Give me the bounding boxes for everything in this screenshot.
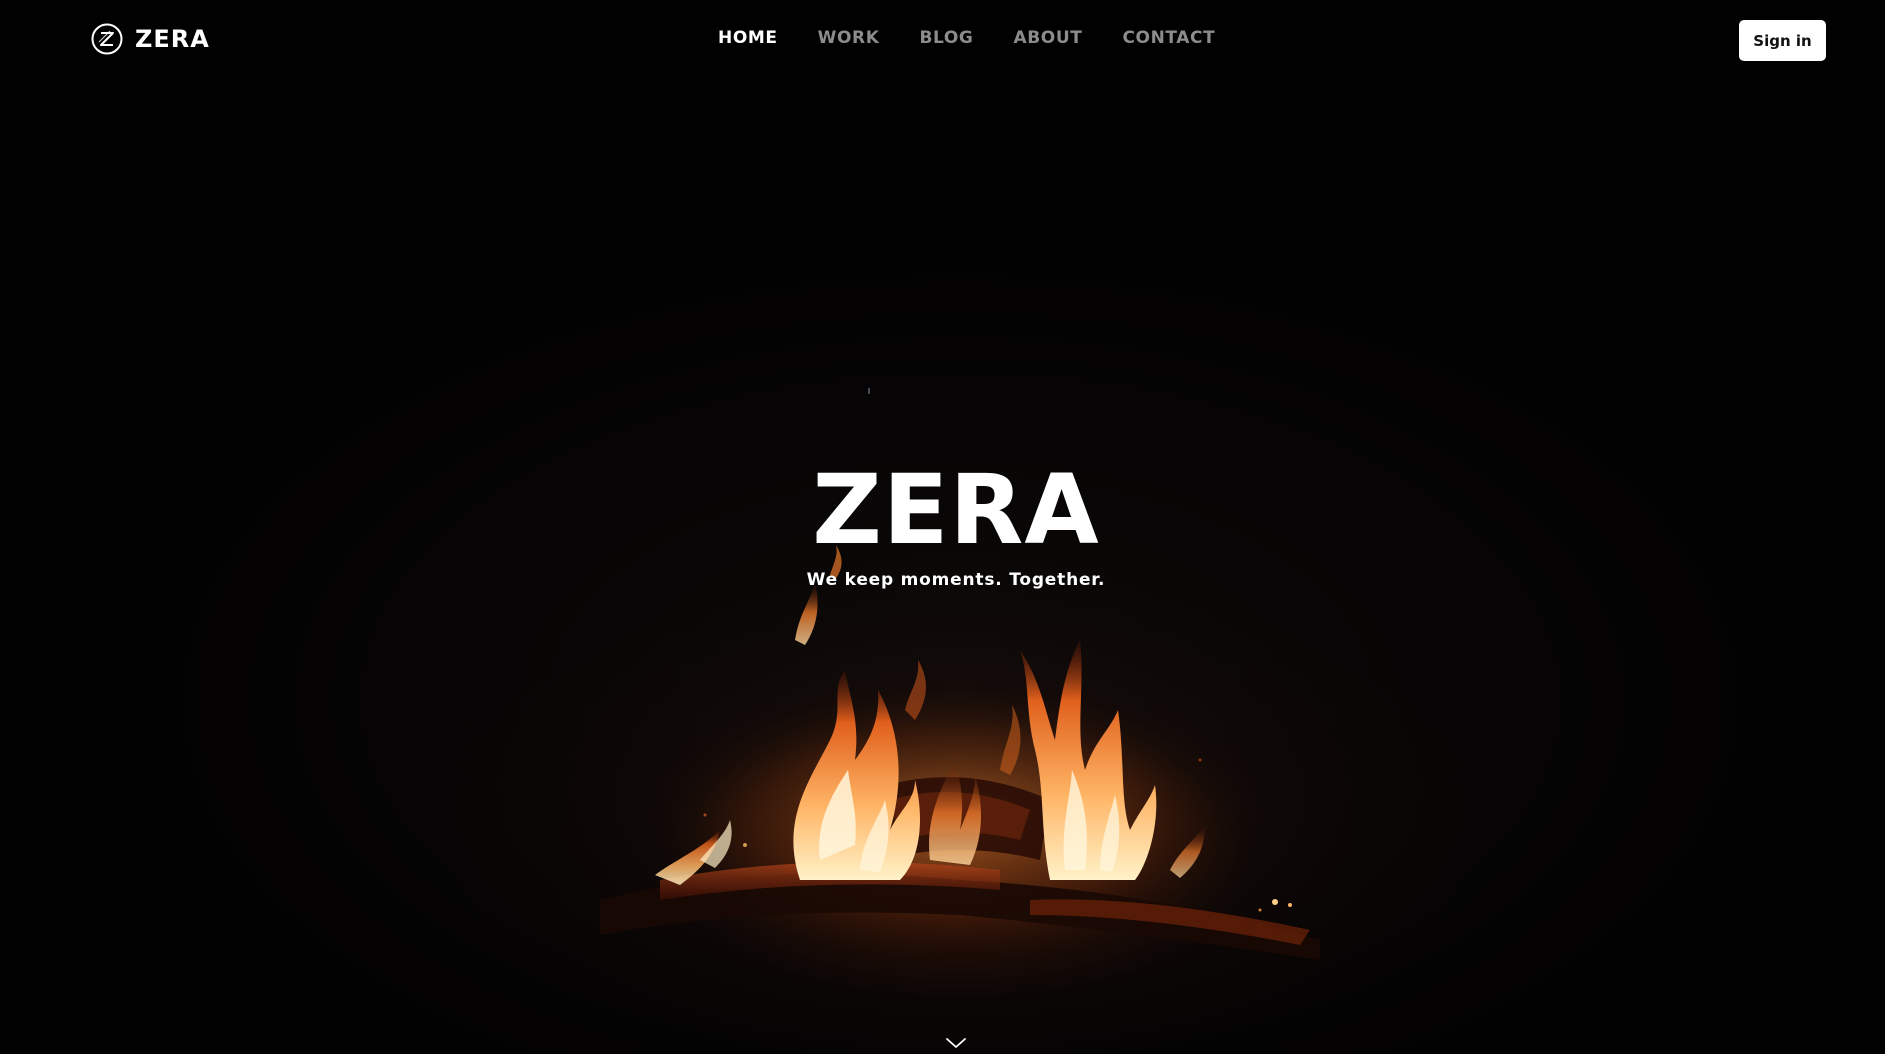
nav-blog[interactable]: BLOG <box>919 28 973 48</box>
main-nav: HOME WORK BLOG ABOUT CONTACT <box>718 28 1255 48</box>
hero-tagline: We keep moments. Together. <box>806 570 1106 590</box>
chevron-down-icon[interactable] <box>944 1036 968 1050</box>
sign-in-button[interactable]: Sign in <box>1739 20 1826 61</box>
circle-z-icon <box>91 23 123 55</box>
hero-section: ZERA We keep moments. Together. <box>0 0 1885 1054</box>
hero-title: ZERA <box>812 454 1100 566</box>
site-logo[interactable]: ZERA <box>91 22 210 56</box>
nav-work[interactable]: WORK <box>818 28 880 48</box>
site-header: ZERA HOME WORK BLOG ABOUT CONTACT Sign i… <box>0 0 1885 80</box>
nav-home[interactable]: HOME <box>718 28 778 48</box>
nav-contact[interactable]: CONTACT <box>1122 28 1215 48</box>
ember-speck <box>868 388 870 394</box>
brand-name: ZERA <box>135 25 210 53</box>
nav-about[interactable]: ABOUT <box>1013 28 1082 48</box>
